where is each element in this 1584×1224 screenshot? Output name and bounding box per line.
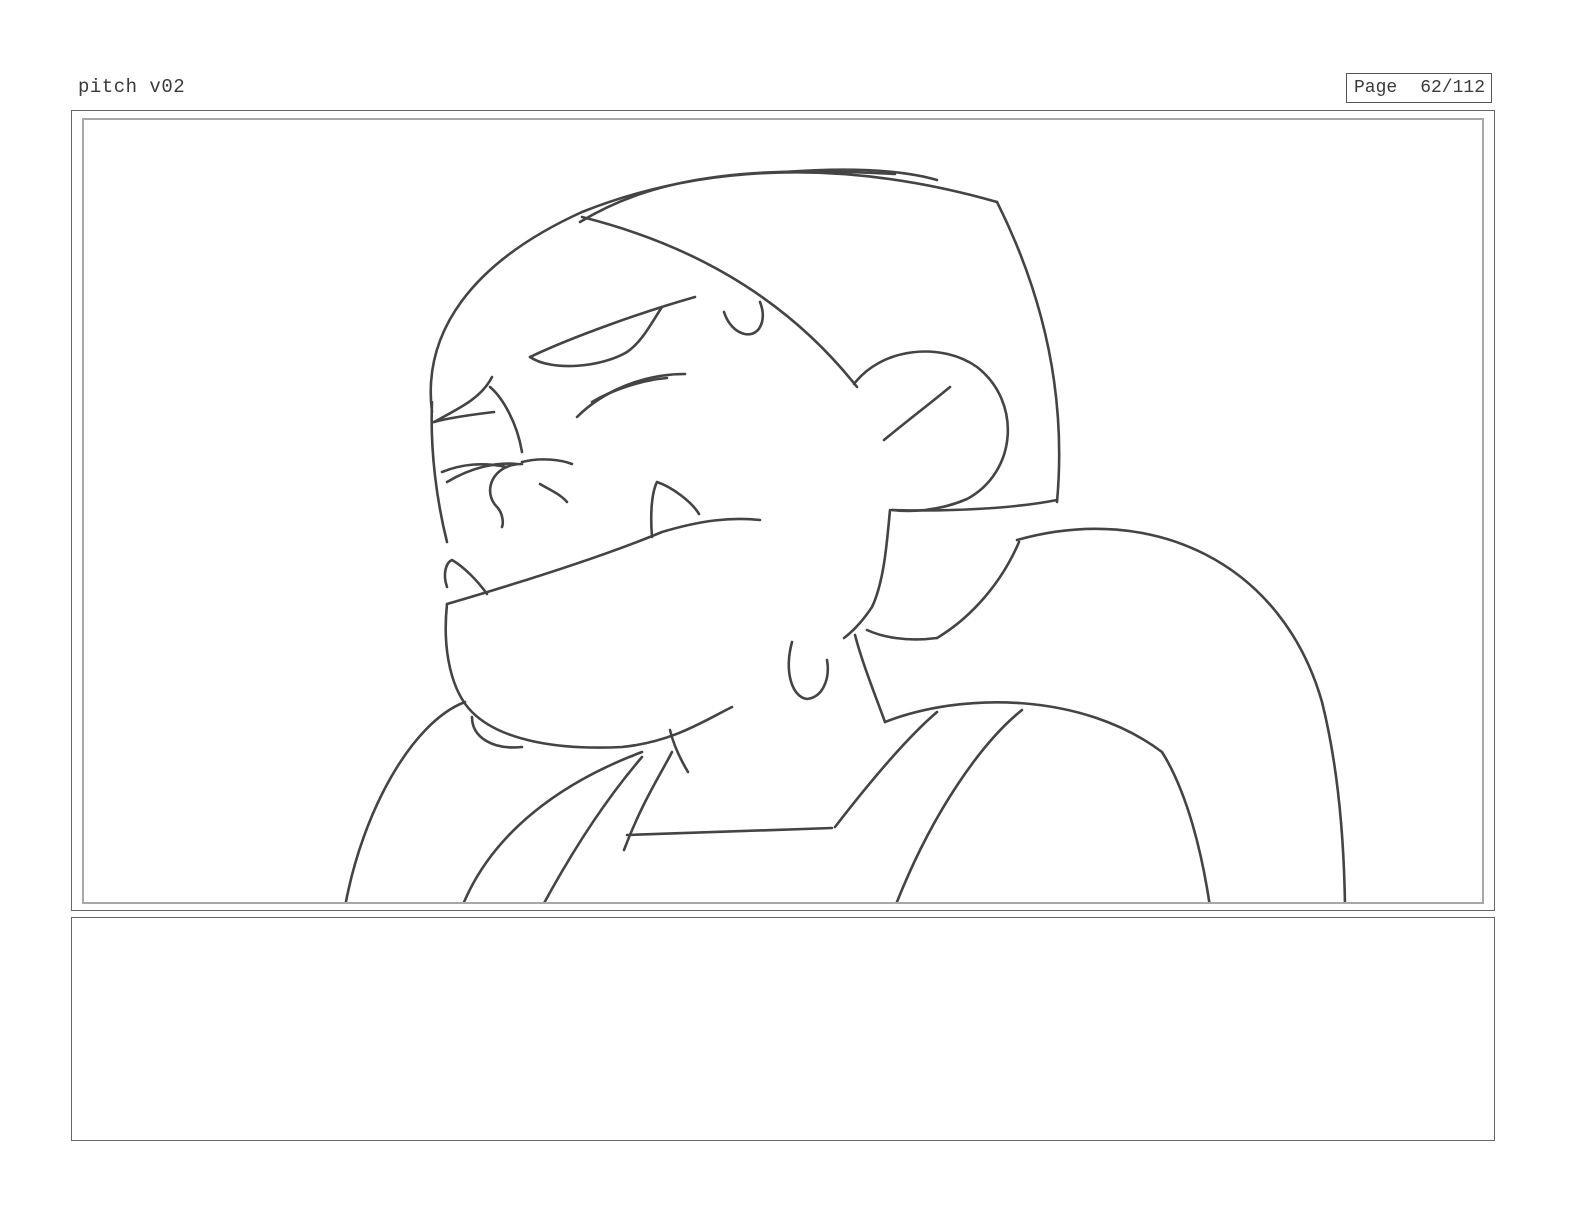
document-title: pitch v02: [78, 76, 186, 98]
panel-notes-area[interactable]: [71, 917, 1495, 1141]
character-sketch-icon: [344, 168, 1347, 902]
page-number: 62/112: [1420, 78, 1485, 98]
page-indicator: Page 62/112: [1346, 73, 1492, 103]
storyboard-panel: [82, 118, 1484, 904]
page-label: Page: [1354, 78, 1398, 98]
